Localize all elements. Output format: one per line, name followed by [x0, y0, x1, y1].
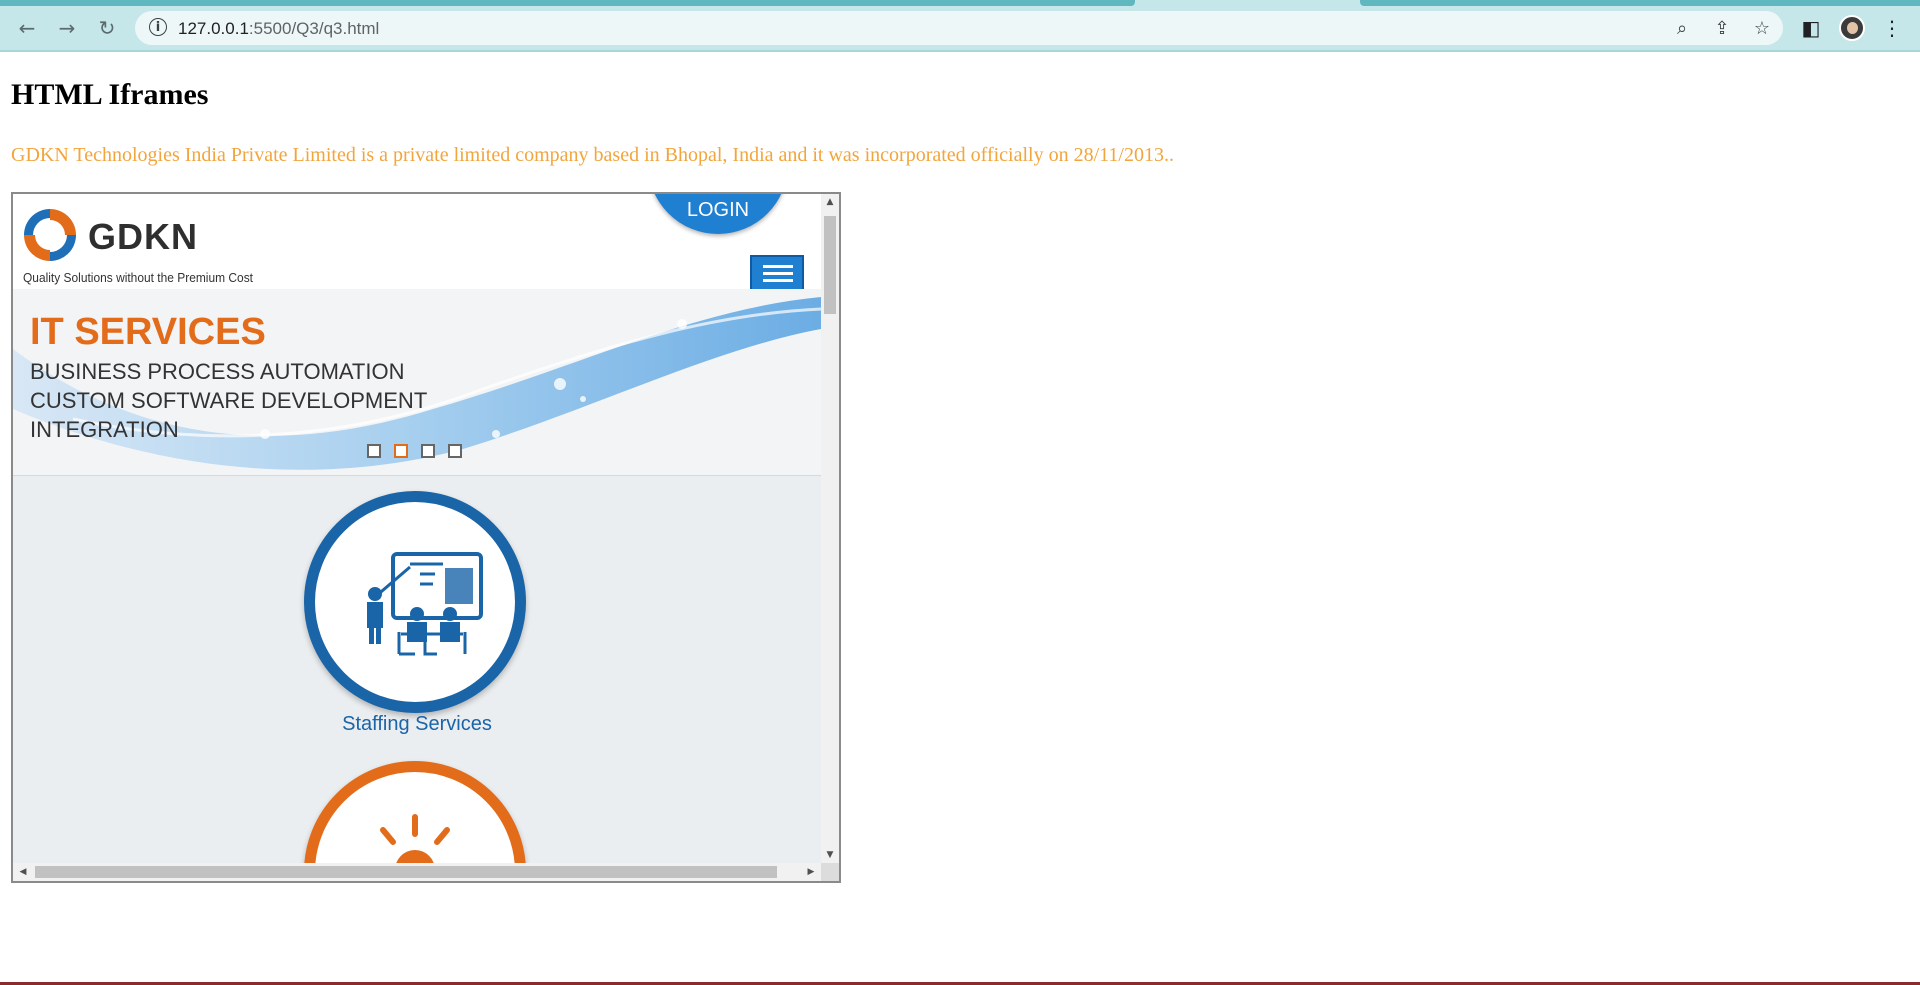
browser-toolbar: ← → ↻ i 127.0.0.1:5500/Q3/q3.html ⌕ ⇪ ☆ … [0, 6, 1920, 52]
slider-dot[interactable] [421, 444, 435, 458]
address-bar[interactable]: i 127.0.0.1:5500/Q3/q3.html ⌕ ⇪ ☆ [135, 11, 1783, 45]
services-section: Staffing Services [13, 476, 821, 863]
hero-banner: IT SERVICES BUSINESS PROCESS AUTOMATION … [13, 289, 821, 476]
embedded-iframe[interactable]: GDKN Quality Solutions without the Premi… [11, 192, 841, 883]
presentation-training-icon [367, 552, 483, 656]
slider-dot[interactable] [448, 444, 462, 458]
slider-dot-active[interactable] [394, 444, 408, 458]
staffing-service-card[interactable] [304, 491, 526, 713]
hamburger-menu-icon[interactable] [750, 255, 804, 291]
login-label: LOGIN [686, 199, 750, 221]
side-panel-icon[interactable]: ◧ [1795, 12, 1827, 44]
iframe-content: GDKN Quality Solutions without the Premi… [13, 194, 821, 863]
zoom-icon[interactable]: ⌕ [1669, 15, 1695, 41]
iframe-horizontal-scrollbar[interactable]: ◀ ▶ [13, 863, 821, 881]
slider-dot[interactable] [367, 444, 381, 458]
iframe-vertical-scrollbar[interactable]: ▲ ▼ [821, 194, 839, 863]
page-heading: HTML Iframes [11, 78, 209, 111]
forward-arrow-icon[interactable]: → [51, 12, 83, 44]
logo-text: GDKN [88, 216, 198, 257]
horizontal-scroll-thumb[interactable] [35, 866, 777, 878]
login-button[interactable]: LOGIN [648, 194, 788, 234]
scroll-left-icon[interactable]: ◀ [15, 863, 31, 881]
banner-line: BUSINESS PROCESS AUTOMATION [30, 359, 405, 384]
scroll-up-icon[interactable]: ▲ [821, 194, 839, 210]
consulting-service-card[interactable] [304, 761, 526, 863]
reload-icon[interactable]: ↻ [91, 12, 123, 44]
vertical-scroll-thumb[interactable] [824, 216, 836, 314]
lightbulb-icon [380, 814, 450, 863]
slider-dots [367, 444, 462, 458]
back-arrow-icon[interactable]: ← [11, 12, 43, 44]
banner-title: IT SERVICES [30, 311, 266, 353]
url-path: :5500/Q3/q3.html [248, 19, 380, 38]
tagline: Quality Solutions without the Premium Co… [23, 270, 253, 285]
company-paragraph: GDKN Technologies India Private Limited … [11, 144, 1174, 166]
scroll-down-icon[interactable]: ▼ [821, 847, 839, 863]
more-menu-icon[interactable]: ⋮ [1876, 12, 1908, 44]
bookmark-star-icon[interactable]: ☆ [1749, 15, 1775, 41]
url-text[interactable]: 127.0.0.1:5500/Q3/q3.html [178, 19, 379, 39]
scrollbar-corner [821, 863, 839, 881]
staffing-service-label[interactable]: Staffing Services [13, 713, 821, 736]
gdkn-logo-icon [23, 208, 77, 262]
share-icon[interactable]: ⇪ [1709, 15, 1735, 41]
url-host: 127.0.0.1 [178, 19, 249, 38]
scroll-right-icon[interactable]: ▶ [803, 863, 819, 881]
site-info-icon[interactable]: i [149, 18, 167, 36]
profile-avatar[interactable] [1836, 12, 1868, 44]
banner-line: INTEGRATION [30, 417, 179, 442]
banner-line: CUSTOM SOFTWARE DEVELOPMENT [30, 388, 428, 413]
